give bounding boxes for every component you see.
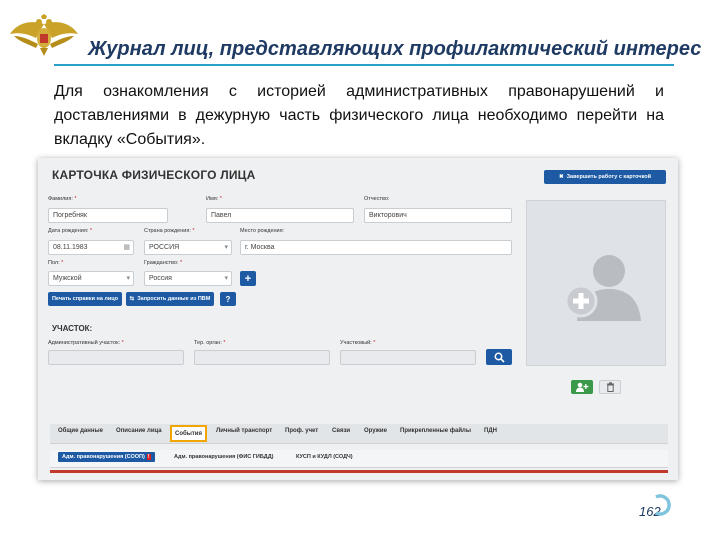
tab-transport[interactable]: Личный транспорт (216, 428, 272, 434)
subtab-kusp-kudl[interactable]: КУСП и КУДЛ (СОДЧ) (296, 454, 353, 460)
swap-icon: ⇆ (129, 296, 135, 302)
close-icon: ✖ (558, 174, 564, 180)
citizenship-label: Гражданство: * (144, 260, 183, 266)
territorial-body-label: Тер. орган: * (194, 340, 226, 346)
surname-field[interactable]: Погребняк (48, 208, 168, 223)
search-district-button[interactable] (486, 349, 512, 365)
person-card-screenshot: КАРТОЧКА ФИЗИЧЕСКОГО ЛИЦА ✖ Завершить ра… (38, 158, 678, 480)
add-citizenship-button[interactable]: + (240, 271, 256, 286)
finish-card-button[interactable]: ✖ Завершить работу с карточкой (544, 170, 666, 184)
patronymic-label: Отчество: (364, 196, 390, 202)
tab-weapons[interactable]: Оружие (364, 428, 387, 434)
district-officer-field[interactable] (340, 350, 476, 365)
citizenship-select[interactable]: Россия (144, 271, 232, 286)
sex-select[interactable]: Мужской (48, 271, 134, 286)
subtab-bar: Адм. правонарушения (СООП)! Адм. правона… (50, 450, 668, 468)
search-icon (494, 352, 505, 363)
birth-country-select[interactable]: РОССИЯ (144, 240, 232, 255)
admin-district-field[interactable] (48, 350, 184, 365)
tab-files[interactable]: Прикрепленные файлы (400, 428, 471, 434)
title-divider (54, 64, 674, 66)
tab-description[interactable]: Описание лица (116, 428, 162, 434)
admin-district-label: Административный участок: * (48, 340, 124, 346)
birth-date-field[interactable]: 08.11.1983 (48, 240, 134, 255)
help-button[interactable]: ? (220, 292, 236, 306)
subtab-adm-gibdd[interactable]: Адм. правонарушения (ФИС ГИБДД) (174, 454, 273, 460)
territorial-body-field[interactable] (194, 350, 330, 365)
subtab-adm-sood[interactable]: Адм. правонарушения (СООП)! (58, 452, 155, 462)
birth-country-label: Страна рождения: * (144, 228, 195, 234)
delete-photo-button[interactable] (599, 380, 621, 394)
tab-bar: Общие данные Описание лица События Личны… (50, 424, 668, 444)
add-user-icon (576, 382, 589, 392)
photo-panel (526, 200, 666, 366)
tab-general[interactable]: Общие данные (58, 428, 103, 434)
trash-icon (606, 382, 614, 392)
alert-badge: ! (146, 454, 151, 460)
slide-title: Журнал лиц, представляющих профилактичес… (88, 38, 702, 60)
avatar-placeholder-icon (564, 255, 641, 321)
birth-place-field[interactable]: г. Москва (240, 240, 512, 255)
tab-relations[interactable]: Связи (332, 428, 350, 434)
sex-label: Пол: * (48, 260, 64, 266)
tab-pdn[interactable]: ПДН (484, 428, 497, 434)
birth-place-label: Место рождения: (240, 228, 285, 234)
district-officer-label: Участковый: * (340, 340, 376, 346)
add-photo-button[interactable] (571, 380, 593, 394)
intro-text: Для ознакомления с историей администрати… (54, 83, 664, 148)
content-divider (50, 470, 668, 473)
page-decoration-icon (655, 494, 671, 516)
print-reference-button[interactable]: Печать справки на лицо (48, 292, 122, 306)
eagle-emblem (10, 14, 78, 56)
surname-label: Фамилия: * (48, 196, 77, 202)
district-section-title: УЧАСТОК: (52, 324, 93, 333)
card-title: КАРТОЧКА ФИЗИЧЕСКОГО ЛИЦА (52, 168, 256, 182)
request-pvm-button[interactable]: ⇆ Запросить данные из ПВМ (126, 292, 214, 306)
patronymic-field[interactable]: Викторович (364, 208, 512, 223)
tab-prof-registry[interactable]: Проф. учет (285, 428, 318, 434)
birth-date-label: Дата рождения: * (48, 228, 92, 234)
name-label: Имя: * (206, 196, 222, 202)
name-field[interactable]: Павел (206, 208, 354, 223)
tab-events[interactable]: События (170, 425, 207, 442)
